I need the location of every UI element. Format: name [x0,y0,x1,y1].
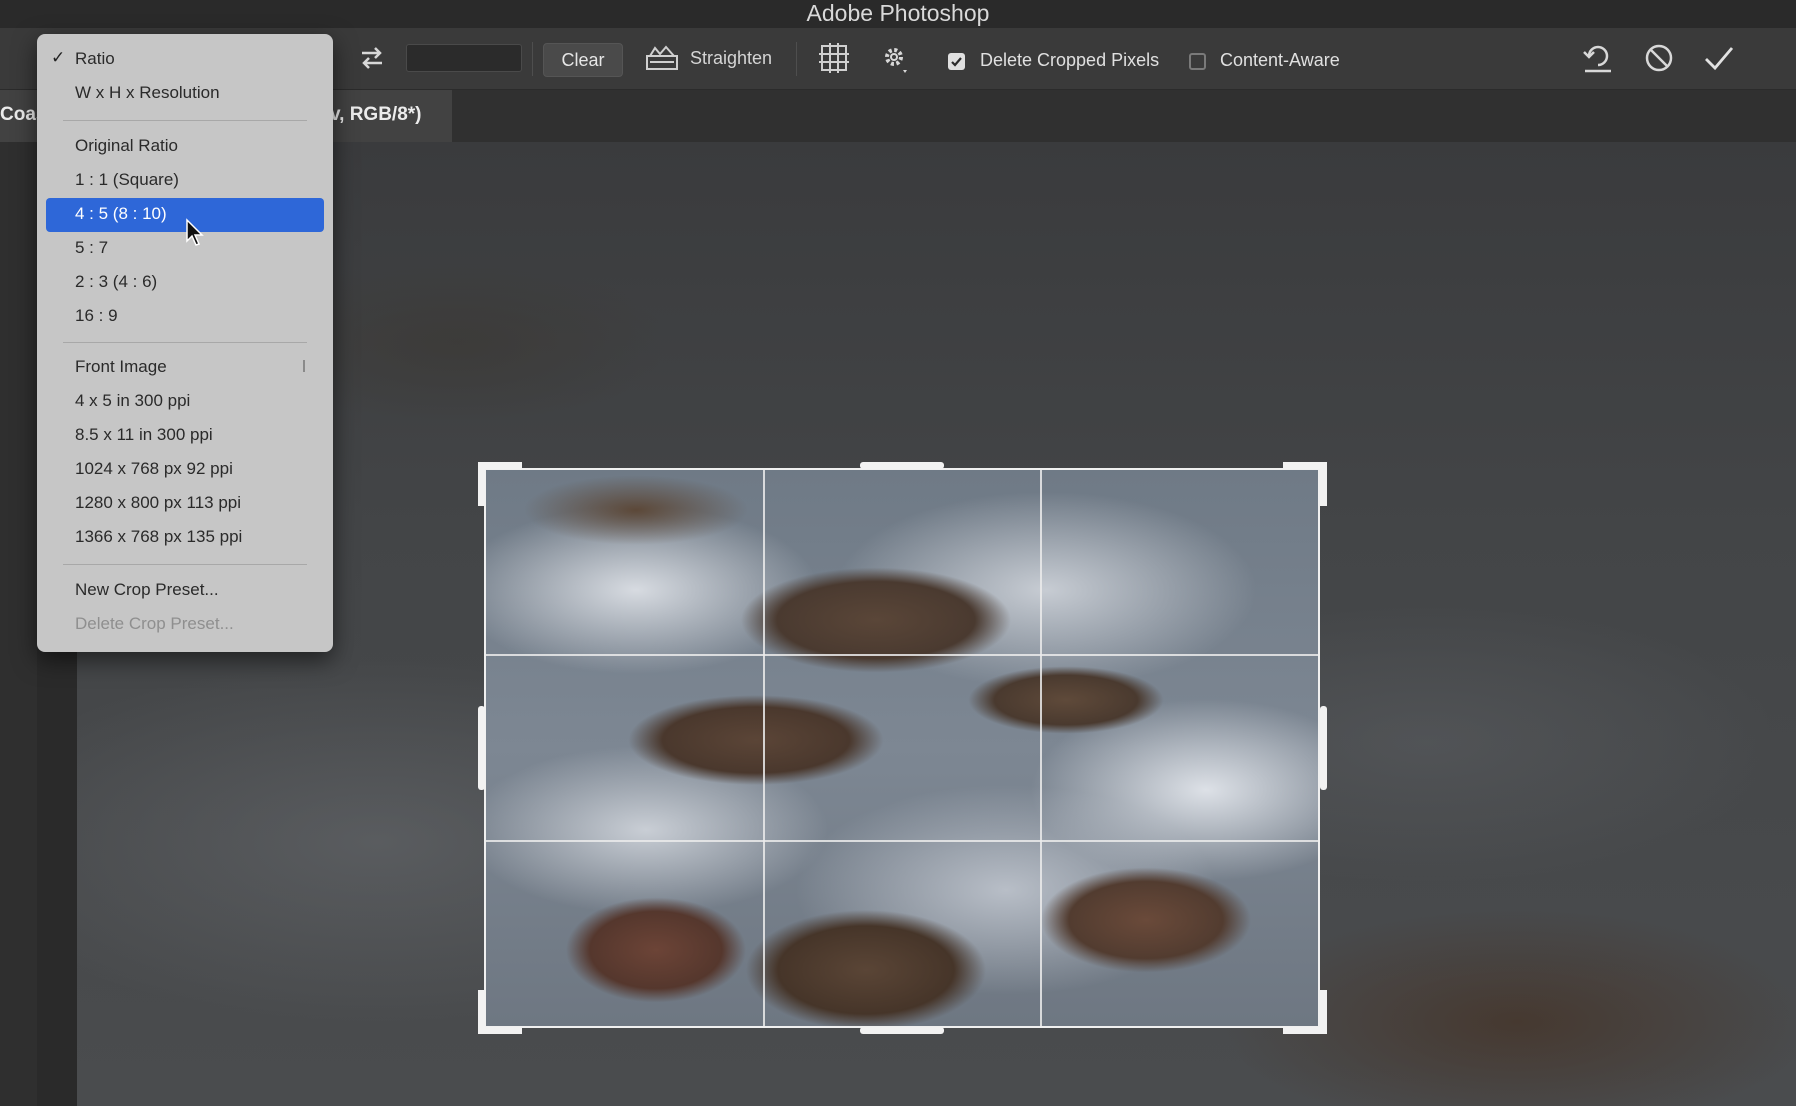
crop-ratio-menu: ✓ Ratio W x H x Resolution Original Rati… [37,34,333,652]
window-title: Adobe Photoshop [0,0,1796,28]
crop-box[interactable] [484,468,1320,1028]
clear-button[interactable]: Clear [543,43,623,77]
menu-item-wh-resolution[interactable]: W x H x Resolution [75,78,220,108]
crop-handle-bottom-left[interactable] [478,990,485,1034]
delete-cropped-pixels-label[interactable]: Delete Cropped Pixels [980,50,1159,71]
content-aware-checkbox[interactable] [1189,53,1206,70]
crop-grid-line [486,654,1318,656]
menu-item-ratio[interactable]: Ratio [75,44,115,74]
document-tab-title-end: v, RGB/8*) [330,104,422,125]
menu-separator [63,120,307,121]
delete-cropped-pixels-checkbox[interactable] [948,53,965,70]
crop-grid-line [1040,470,1042,1026]
menu-item-preset[interactable]: 4 x 5 in 300 ppi [75,386,190,416]
menu-item-preset[interactable]: 1280 x 800 px 113 ppi [75,488,241,518]
crop-handle-left[interactable] [478,706,485,790]
menu-item-new-crop-preset[interactable]: New Crop Preset... [75,575,219,605]
crop-grid-line [763,470,765,1026]
crop-grid-line [486,840,1318,842]
menu-separator [63,564,307,565]
gear-icon[interactable] [879,42,911,76]
tools-panel [0,90,37,1106]
straighten-icon[interactable] [644,44,680,74]
menu-item-preset[interactable]: 1366 x 768 px 135 ppi [75,522,242,552]
crop-handle-bottom[interactable] [860,1027,944,1034]
checkmark-icon: ✓ [51,48,66,67]
content-aware-label[interactable]: Content-Aware [1220,50,1340,71]
straighten-button-label[interactable]: Straighten [690,48,772,69]
commit-check-icon[interactable] [1701,40,1737,76]
crop-handle-right[interactable] [1320,706,1327,790]
menu-item-square[interactable]: 1 : 1 (Square) [75,165,179,195]
pointer-cursor-icon [185,218,207,248]
menu-item-4-5[interactable]: 4 : 5 (8 : 10) [75,199,167,229]
overlay-grid-icon[interactable] [818,42,850,74]
menu-item-original-ratio[interactable]: Original Ratio [75,131,178,161]
submenu-marker-icon [303,360,305,372]
menu-item-16-9[interactable]: 16 : 9 [75,301,118,331]
ratio-height-input[interactable] [406,44,522,72]
crop-handle-top[interactable] [860,462,944,469]
crop-handle-top-right[interactable] [1320,462,1327,506]
menu-item-preset[interactable]: 8.5 x 11 in 300 ppi [75,420,213,450]
reset-icon[interactable] [1580,40,1616,76]
menu-item-delete-crop-preset: Delete Crop Preset... [75,614,234,633]
swap-orientation-icon[interactable] [356,42,388,74]
crop-handle-bottom-right[interactable] [1320,990,1327,1034]
divider [796,42,797,76]
cancel-icon[interactable] [1641,40,1677,76]
menu-separator [63,342,307,343]
divider [532,42,533,76]
menu-item-preset[interactable]: 1024 x 768 px 92 ppi [75,454,233,484]
menu-item-5-7[interactable]: 5 : 7 [75,233,108,263]
menu-item-front-image[interactable]: Front Image [75,352,167,382]
crop-handle-top-left[interactable] [478,462,485,506]
menu-item-2-3[interactable]: 2 : 3 (4 : 6) [75,267,157,297]
